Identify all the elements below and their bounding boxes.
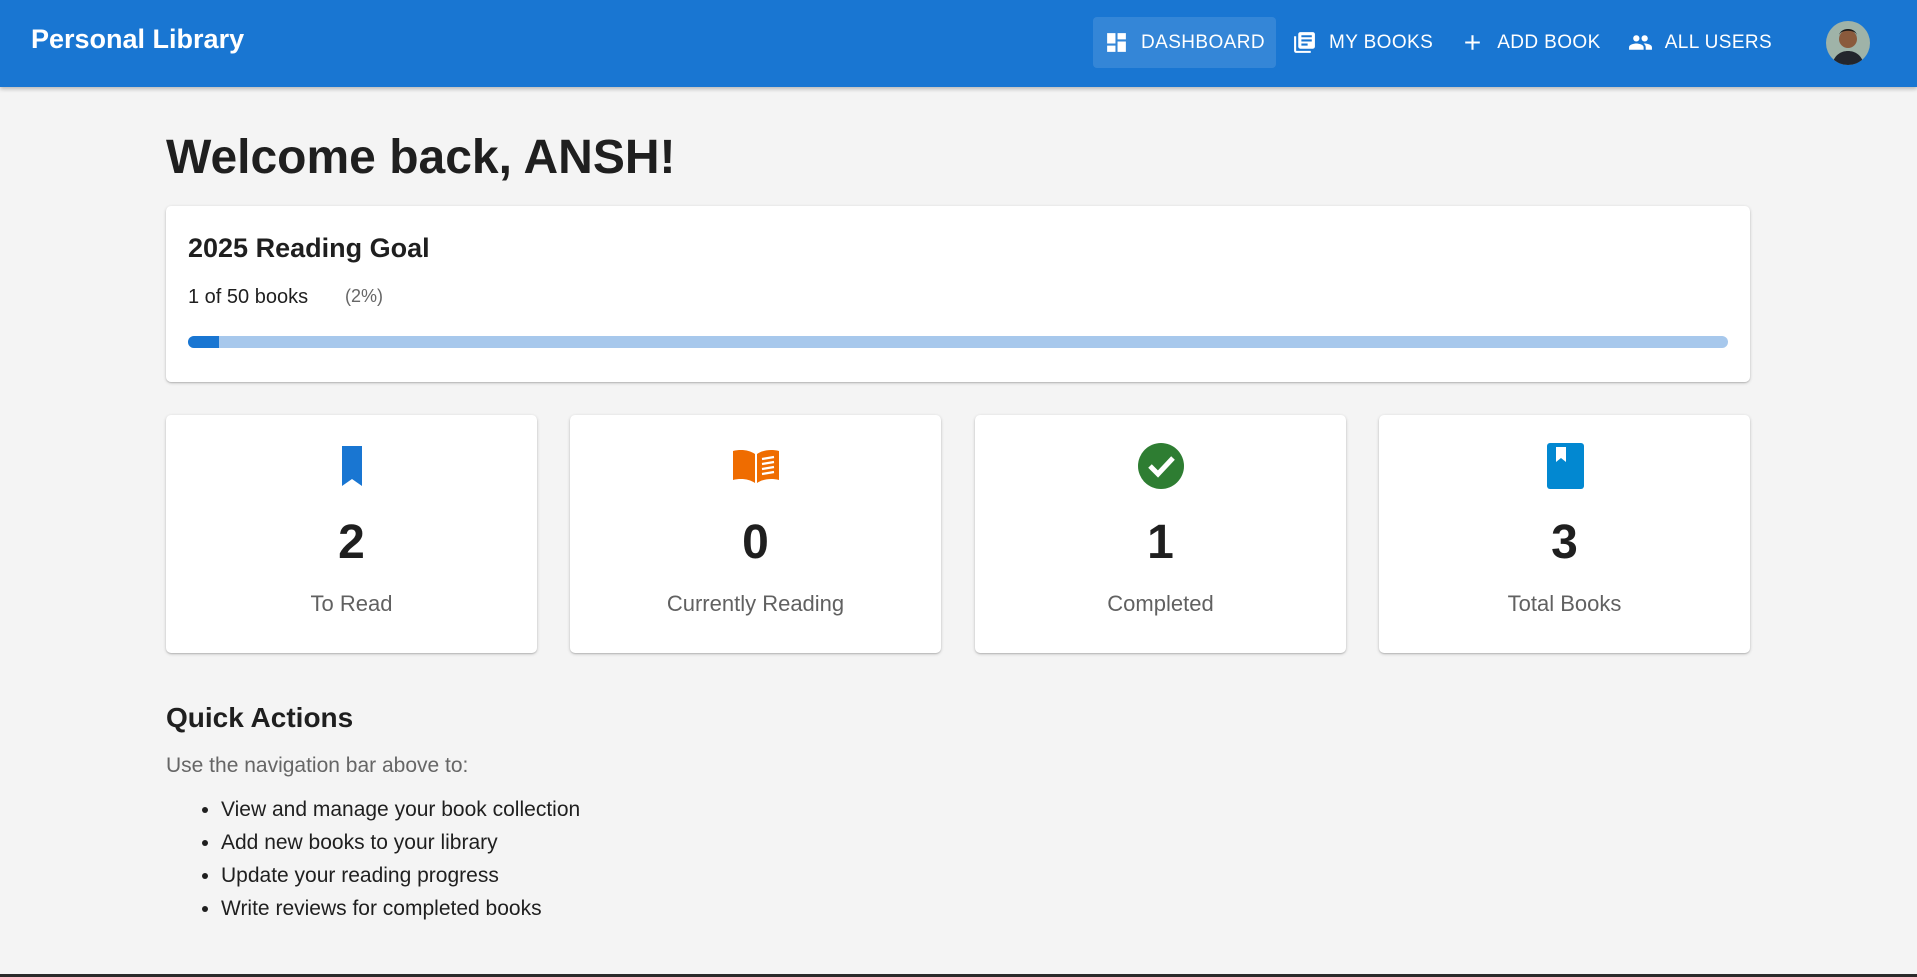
plus-icon	[1465, 35, 1480, 50]
welcome-heading: Welcome back, ANSH!	[166, 131, 676, 184]
quick-actions-title: Quick Actions	[166, 702, 354, 733]
reading-goal-percent: (2%)	[345, 286, 384, 306]
open-book-icon	[732, 450, 779, 483]
stat-card-currently-reading: 0 Currently Reading	[570, 415, 941, 653]
nav-add-book-label: ADD BOOK	[1497, 31, 1601, 53]
quick-actions-subtitle: Use the navigation bar above to:	[166, 754, 469, 777]
reading-goal-progress-bar	[188, 336, 1728, 348]
stat-label: Currently Reading	[666, 591, 845, 616]
book-icon	[1546, 443, 1584, 489]
stat-card-completed: 1 Completed	[975, 415, 1346, 653]
nav-my-books-button[interactable]: MY BOOKS	[1281, 17, 1444, 68]
list-item: View and manage your book collection	[221, 797, 580, 830]
top-nav: DASHBOARD MY BOOKS ADD BOOK ALL USERS	[1093, 17, 1788, 68]
dashboard-icon	[1107, 33, 1126, 52]
nav-my-books-label: MY BOOKS	[1328, 31, 1434, 53]
stat-value: 3	[1551, 516, 1578, 569]
quick-actions-list: View and manage your book collection Add…	[221, 797, 580, 929]
reading-goal-count: 1 of 50 books	[188, 286, 309, 308]
reading-goal-card: 2025 Reading Goal 1 of 50 books (2%)	[166, 206, 1750, 382]
nav-dashboard-label: DASHBOARD	[1141, 31, 1265, 53]
stat-value: 0	[742, 516, 769, 569]
reading-goal-title: 2025 Reading Goal	[188, 233, 430, 263]
stat-label: Completed	[1107, 591, 1214, 616]
stat-label: Total Books	[1507, 591, 1622, 616]
stat-label: To Read	[310, 591, 393, 616]
check-circle-icon	[1137, 443, 1184, 489]
nav-all-users-button[interactable]: ALL USERS	[1617, 17, 1783, 68]
stat-card-total-books: 3 Total Books	[1379, 415, 1750, 653]
list-item: Write reviews for completed books	[221, 896, 580, 929]
user-avatar[interactable]	[1826, 21, 1870, 65]
bookmark-icon	[341, 446, 362, 486]
list-item: Update your reading progress	[221, 863, 580, 896]
nav-dashboard-button[interactable]: DASHBOARD	[1093, 17, 1276, 68]
nav-add-book-button[interactable]: ADD BOOK	[1449, 17, 1612, 68]
app-title[interactable]: Personal Library	[31, 24, 244, 55]
stat-value: 2	[338, 516, 365, 569]
stat-value: 1	[1147, 516, 1174, 569]
avatar-image	[1826, 21, 1870, 65]
nav-all-users-label: ALL USERS	[1664, 31, 1773, 53]
list-item: Add new books to your library	[221, 830, 580, 863]
reading-goal-progress-fill	[188, 336, 219, 348]
library-books-icon	[1294, 32, 1315, 53]
stat-card-to-read: 2 To Read	[166, 415, 537, 653]
people-icon	[1628, 35, 1652, 50]
app-bar: Personal Library DASHBOARD MY BOOKS ADD …	[0, 0, 1917, 87]
